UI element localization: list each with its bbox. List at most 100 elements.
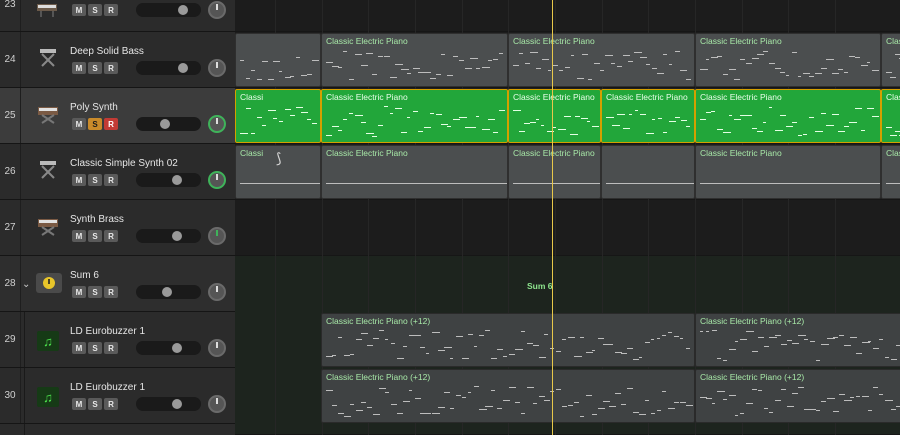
- arrange-area[interactable]: Classic Electric Piano Classic Electric P…: [235, 0, 900, 435]
- midi-note: [751, 128, 757, 130]
- track-header-31[interactable]: [0, 424, 235, 435]
- solo-button[interactable]: S: [88, 342, 102, 354]
- chevron-down-icon[interactable]: ⌄: [22, 279, 30, 290]
- track-header-25[interactable]: 25 Poly Synth M S R: [0, 88, 235, 144]
- track-name[interactable]: LD Eurobuzzer 1: [70, 382, 145, 393]
- mute-button[interactable]: M: [72, 342, 86, 354]
- record-enable-button[interactable]: R: [104, 286, 118, 298]
- record-enable-button[interactable]: R: [104, 174, 118, 186]
- midi-note: [780, 115, 786, 117]
- midi-region[interactable]: Classic Electric Piano: [695, 33, 881, 87]
- mute-button[interactable]: M: [72, 174, 86, 186]
- midi-region[interactable]: Classic Electric Piano (+12): [321, 369, 695, 423]
- midi-region[interactable]: Classic Electric Piano: [321, 89, 508, 143]
- midi-note: [402, 346, 407, 348]
- midi-region[interactable]: Classic Electric Piano: [881, 89, 900, 143]
- midi-region[interactable]: [601, 145, 695, 199]
- pan-knob[interactable]: [208, 339, 226, 357]
- midi-region[interactable]: Classic Electric Piano (+12): [695, 313, 900, 367]
- volume-knob[interactable]: [178, 5, 188, 15]
- track-name[interactable]: Deep Solid Bass: [70, 46, 144, 57]
- volume-knob[interactable]: [178, 63, 188, 73]
- volume-slider[interactable]: [136, 117, 201, 131]
- midi-region[interactable]: Classic Electric Piano: [321, 33, 508, 87]
- track-name[interactable]: Poly Synth: [70, 102, 118, 113]
- region-name: Classic Electric Piano: [513, 36, 595, 46]
- mute-button[interactable]: M: [72, 230, 86, 242]
- track-number: 25: [0, 88, 21, 143]
- track-header-27[interactable]: 27 Synth Brass M S R: [0, 200, 235, 256]
- midi-region[interactable]: Classic Electric Piano: [695, 145, 881, 199]
- midi-note: [377, 56, 383, 58]
- track-header-28[interactable]: 28 ⌄ Sum 6 M S R: [0, 256, 235, 312]
- midi-region[interactable]: Classic Electric Piano (+12): [695, 369, 900, 423]
- volume-knob[interactable]: [172, 343, 182, 353]
- solo-button[interactable]: S: [88, 62, 102, 74]
- mute-button[interactable]: M: [72, 118, 86, 130]
- volume-knob[interactable]: [162, 287, 172, 297]
- midi-note: [343, 354, 350, 356]
- midi-region[interactable]: Classic Electric Piano: [881, 33, 900, 87]
- solo-button[interactable]: S: [88, 174, 102, 186]
- volume-knob[interactable]: [172, 399, 182, 409]
- track-header-30[interactable]: 30 ♫ LD Eurobuzzer 1 M S R: [0, 368, 235, 424]
- midi-note: [728, 395, 737, 397]
- record-enable-button[interactable]: R: [104, 230, 118, 242]
- volume-knob[interactable]: [160, 119, 170, 129]
- record-enable-button[interactable]: R: [104, 118, 118, 130]
- volume-slider[interactable]: [136, 229, 201, 243]
- record-enable-button[interactable]: R: [104, 398, 118, 410]
- record-enable-button[interactable]: R: [104, 62, 118, 74]
- pan-knob[interactable]: [208, 395, 226, 413]
- playhead[interactable]: [552, 0, 553, 435]
- midi-region[interactable]: Classic Electric Piano: [881, 145, 900, 199]
- pan-knob[interactable]: [208, 59, 226, 77]
- midi-region[interactable]: Classic Electric Piano: [601, 89, 695, 143]
- solo-button[interactable]: S: [88, 4, 102, 16]
- pan-knob[interactable]: [208, 227, 226, 245]
- mute-button[interactable]: M: [72, 4, 86, 16]
- record-enable-button[interactable]: R: [104, 342, 118, 354]
- volume-slider[interactable]: [136, 341, 201, 355]
- volume-slider[interactable]: [136, 3, 201, 17]
- midi-region[interactable]: Classic Electric Piano: [508, 89, 601, 143]
- record-enable-button[interactable]: R: [104, 4, 118, 16]
- midi-note: [326, 389, 333, 391]
- solo-button[interactable]: S: [88, 230, 102, 242]
- midi-region[interactable]: Classi: [235, 89, 321, 143]
- volume-knob[interactable]: [172, 231, 182, 241]
- midi-region[interactable]: Classic Electric Piano: [695, 89, 881, 143]
- midi-region[interactable]: Classic Electric Piano: [508, 33, 695, 87]
- track-header-26[interactable]: 26 Classic Simple Synth 02 M S R: [0, 144, 235, 200]
- track-header-29[interactable]: 29 ♫ LD Eurobuzzer 1 M S R: [0, 312, 235, 368]
- midi-note: [385, 392, 389, 394]
- volume-slider[interactable]: [136, 397, 201, 411]
- midi-region[interactable]: [235, 33, 321, 87]
- track-name[interactable]: LD Eurobuzzer 1: [70, 326, 145, 337]
- track-name[interactable]: Synth Brass: [70, 214, 124, 225]
- midi-note: [458, 116, 467, 118]
- track-name[interactable]: Sum 6: [70, 270, 99, 281]
- pan-knob[interactable]: [208, 171, 226, 189]
- volume-slider[interactable]: [136, 61, 201, 75]
- pan-knob[interactable]: [208, 283, 226, 301]
- midi-region[interactable]: Classic Electric Piano: [508, 145, 601, 199]
- solo-button[interactable]: S: [88, 118, 102, 130]
- solo-button[interactable]: S: [88, 286, 102, 298]
- solo-button[interactable]: S: [88, 398, 102, 410]
- midi-region[interactable]: Classic Electric Piano (+12): [321, 313, 695, 367]
- pan-knob[interactable]: [208, 115, 226, 133]
- mute-button[interactable]: M: [72, 62, 86, 74]
- mute-button[interactable]: M: [72, 286, 86, 298]
- volume-knob[interactable]: [172, 175, 182, 185]
- track-name[interactable]: Classic Simple Synth 02: [70, 158, 178, 169]
- track-header-23[interactable]: 23 M S R: [0, 0, 235, 32]
- mute-button[interactable]: M: [72, 398, 86, 410]
- midi-note: [366, 132, 374, 134]
- track-header-24[interactable]: 24 Deep Solid Bass M S R: [0, 32, 235, 88]
- pan-knob[interactable]: [208, 1, 226, 19]
- midi-note: [396, 413, 403, 414]
- midi-region[interactable]: Classic Electric Piano: [321, 145, 508, 199]
- volume-slider[interactable]: [136, 285, 201, 299]
- volume-slider[interactable]: [136, 173, 201, 187]
